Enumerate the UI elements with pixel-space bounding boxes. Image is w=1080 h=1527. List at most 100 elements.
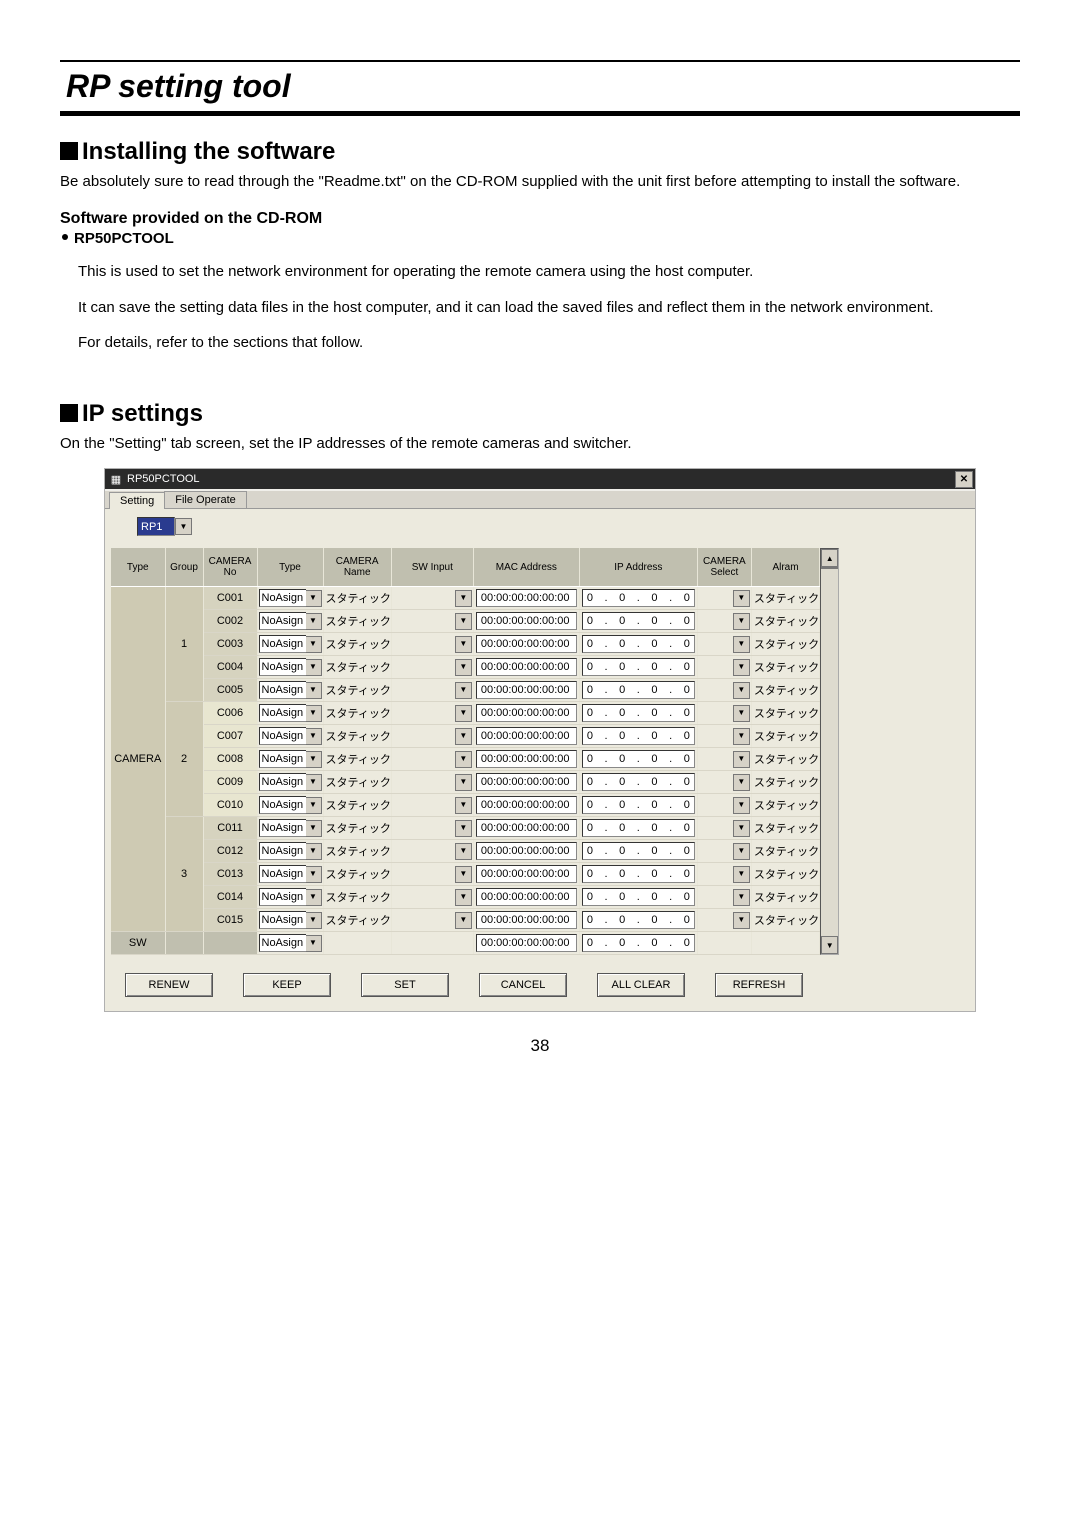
type-select[interactable]: NoAsign▼ (259, 704, 322, 722)
tab-file-operate[interactable]: File Operate (164, 491, 247, 508)
type-select[interactable]: NoAsign▼ (259, 750, 322, 768)
ip-field[interactable]: 0.0.0.0 (582, 888, 695, 906)
mac-field[interactable]: 00:00:00:00:00:00 (476, 612, 577, 630)
ip-field[interactable]: 0.0.0.0 (582, 865, 695, 883)
ip-field[interactable]: 0.0.0.0 (582, 796, 695, 814)
sw-input-select[interactable]: ▼ (393, 704, 472, 722)
scroll-thumb[interactable] (821, 567, 838, 569)
camera-select-select[interactable]: ▼ (699, 681, 750, 699)
unit-select-dropdown[interactable]: ▼ (175, 518, 192, 535)
mac-field[interactable]: 00:00:00:00:00:00 (476, 773, 577, 791)
renew-button[interactable]: RENEW (125, 973, 213, 997)
type-select[interactable]: NoAsign▼ (259, 819, 322, 837)
type-select[interactable]: NoAsign▼ (259, 635, 322, 653)
type-select[interactable]: NoAsign▼ (259, 773, 322, 791)
alarm-label: スタティック (752, 846, 819, 858)
ip-field[interactable]: 0.0.0.0 (582, 589, 695, 607)
ip-field[interactable]: 0.0.0.0 (582, 934, 695, 952)
type-select[interactable]: NoAsign▼ (259, 796, 322, 814)
type-select[interactable]: NoAsign▼ (259, 658, 322, 676)
sw-input-select[interactable]: ▼ (393, 773, 472, 791)
refresh-button[interactable]: REFRESH (715, 973, 803, 997)
camera-select-select[interactable]: ▼ (699, 658, 750, 676)
camera-select-select[interactable]: ▼ (699, 842, 750, 860)
type-select[interactable]: NoAsign▼ (259, 589, 322, 607)
sw-input-select[interactable]: ▼ (393, 842, 472, 860)
mac-field[interactable]: 00:00:00:00:00:00 (476, 865, 577, 883)
ip-field[interactable]: 0.0.0.0 (582, 819, 695, 837)
mac-field[interactable]: 00:00:00:00:00:00 (476, 842, 577, 860)
mac-field[interactable]: 00:00:00:00:00:00 (476, 750, 577, 768)
type-select[interactable]: NoAsign▼ (259, 681, 322, 699)
camera-select-select[interactable]: ▼ (699, 750, 750, 768)
camera-select-select[interactable]: ▼ (699, 727, 750, 745)
sw-input-select[interactable]: ▼ (393, 819, 472, 837)
sw-input-select[interactable]: ▼ (393, 750, 472, 768)
sw-input-select[interactable]: ▼ (393, 888, 472, 906)
table-row: C015 NoAsign▼スタティック ▼00:00:00:00:00:00 0… (111, 909, 820, 932)
mac-field[interactable]: 00:00:00:00:00:00 (476, 589, 577, 607)
ip-field[interactable]: 0.0.0.0 (582, 635, 695, 653)
table-row: CAMERA1C001 NoAsign▼スタティック ▼00:00:00:00:… (111, 587, 820, 610)
ip-field[interactable]: 0.0.0.0 (582, 911, 695, 929)
camera-select-select[interactable]: ▼ (699, 819, 750, 837)
type-select[interactable]: NoAsign▼ (259, 934, 322, 952)
mac-field[interactable]: 00:00:00:00:00:00 (476, 704, 577, 722)
mac-field[interactable]: 00:00:00:00:00:00 (476, 727, 577, 745)
type-select[interactable]: NoAsign▼ (259, 612, 322, 630)
mac-field[interactable]: 00:00:00:00:00:00 (476, 888, 577, 906)
mac-field[interactable]: 00:00:00:00:00:00 (476, 658, 577, 676)
camera-select-select[interactable]: ▼ (699, 796, 750, 814)
th-type: Type (111, 548, 165, 587)
ip-field[interactable]: 0.0.0.0 (582, 727, 695, 745)
sw-input-select[interactable]: ▼ (393, 796, 472, 814)
mac-field[interactable]: 00:00:00:00:00:00 (476, 796, 577, 814)
camera-select-select[interactable]: ▼ (699, 888, 750, 906)
sw-input-select[interactable]: ▼ (393, 635, 472, 653)
type-select[interactable]: NoAsign▼ (259, 727, 322, 745)
tab-setting[interactable]: Setting (109, 492, 165, 509)
camera-select-select[interactable]: ▼ (699, 635, 750, 653)
th-alarm: Alram (751, 548, 819, 587)
mac-field[interactable]: 00:00:00:00:00:00 (476, 934, 577, 952)
camera-select-select[interactable]: ▼ (699, 865, 750, 883)
sw-input-select[interactable]: ▼ (393, 612, 472, 630)
ip-field[interactable]: 0.0.0.0 (582, 750, 695, 768)
camera-select-select[interactable]: ▼ (699, 589, 750, 607)
sw-input-select[interactable]: ▼ (393, 681, 472, 699)
type-select[interactable]: NoAsign▼ (259, 911, 322, 929)
camera-select-select[interactable]: ▼ (699, 704, 750, 722)
mac-field[interactable]: 00:00:00:00:00:00 (476, 681, 577, 699)
vertical-scrollbar[interactable]: ▲ ▼ (820, 548, 839, 955)
close-button[interactable]: ✕ (955, 471, 973, 488)
cancel-button[interactable]: CANCEL (479, 973, 567, 997)
scroll-down-button[interactable]: ▼ (821, 936, 838, 954)
type-select[interactable]: NoAsign▼ (259, 842, 322, 860)
ip-field[interactable]: 0.0.0.0 (582, 612, 695, 630)
mac-field[interactable]: 00:00:00:00:00:00 (476, 635, 577, 653)
type-select[interactable]: NoAsign▼ (259, 865, 322, 883)
keep-button[interactable]: KEEP (243, 973, 331, 997)
ip-field[interactable]: 0.0.0.0 (582, 773, 695, 791)
mac-field[interactable]: 00:00:00:00:00:00 (476, 911, 577, 929)
set-button[interactable]: SET (361, 973, 449, 997)
all-clear-button[interactable]: ALL CLEAR (597, 973, 685, 997)
ip-field[interactable]: 0.0.0.0 (582, 704, 695, 722)
camera-no-cell: C010 (203, 794, 257, 817)
type-select[interactable]: NoAsign▼ (259, 888, 322, 906)
unit-select[interactable]: RP1 (137, 517, 175, 536)
ip-field[interactable]: 0.0.0.0 (582, 658, 695, 676)
camera-select-select[interactable]: ▼ (699, 612, 750, 630)
tab-strip: Setting File Operate (105, 491, 975, 509)
sw-input-select[interactable]: ▼ (393, 589, 472, 607)
sw-input-select[interactable]: ▼ (393, 658, 472, 676)
ip-field[interactable]: 0.0.0.0 (582, 681, 695, 699)
camera-select-select[interactable]: ▼ (699, 911, 750, 929)
mac-field[interactable]: 00:00:00:00:00:00 (476, 819, 577, 837)
sw-input-select[interactable]: ▼ (393, 727, 472, 745)
scroll-up-button[interactable]: ▲ (821, 549, 838, 567)
sw-input-select[interactable]: ▼ (393, 911, 472, 929)
ip-field[interactable]: 0.0.0.0 (582, 842, 695, 860)
camera-select-select[interactable]: ▼ (699, 773, 750, 791)
sw-input-select[interactable]: ▼ (393, 865, 472, 883)
